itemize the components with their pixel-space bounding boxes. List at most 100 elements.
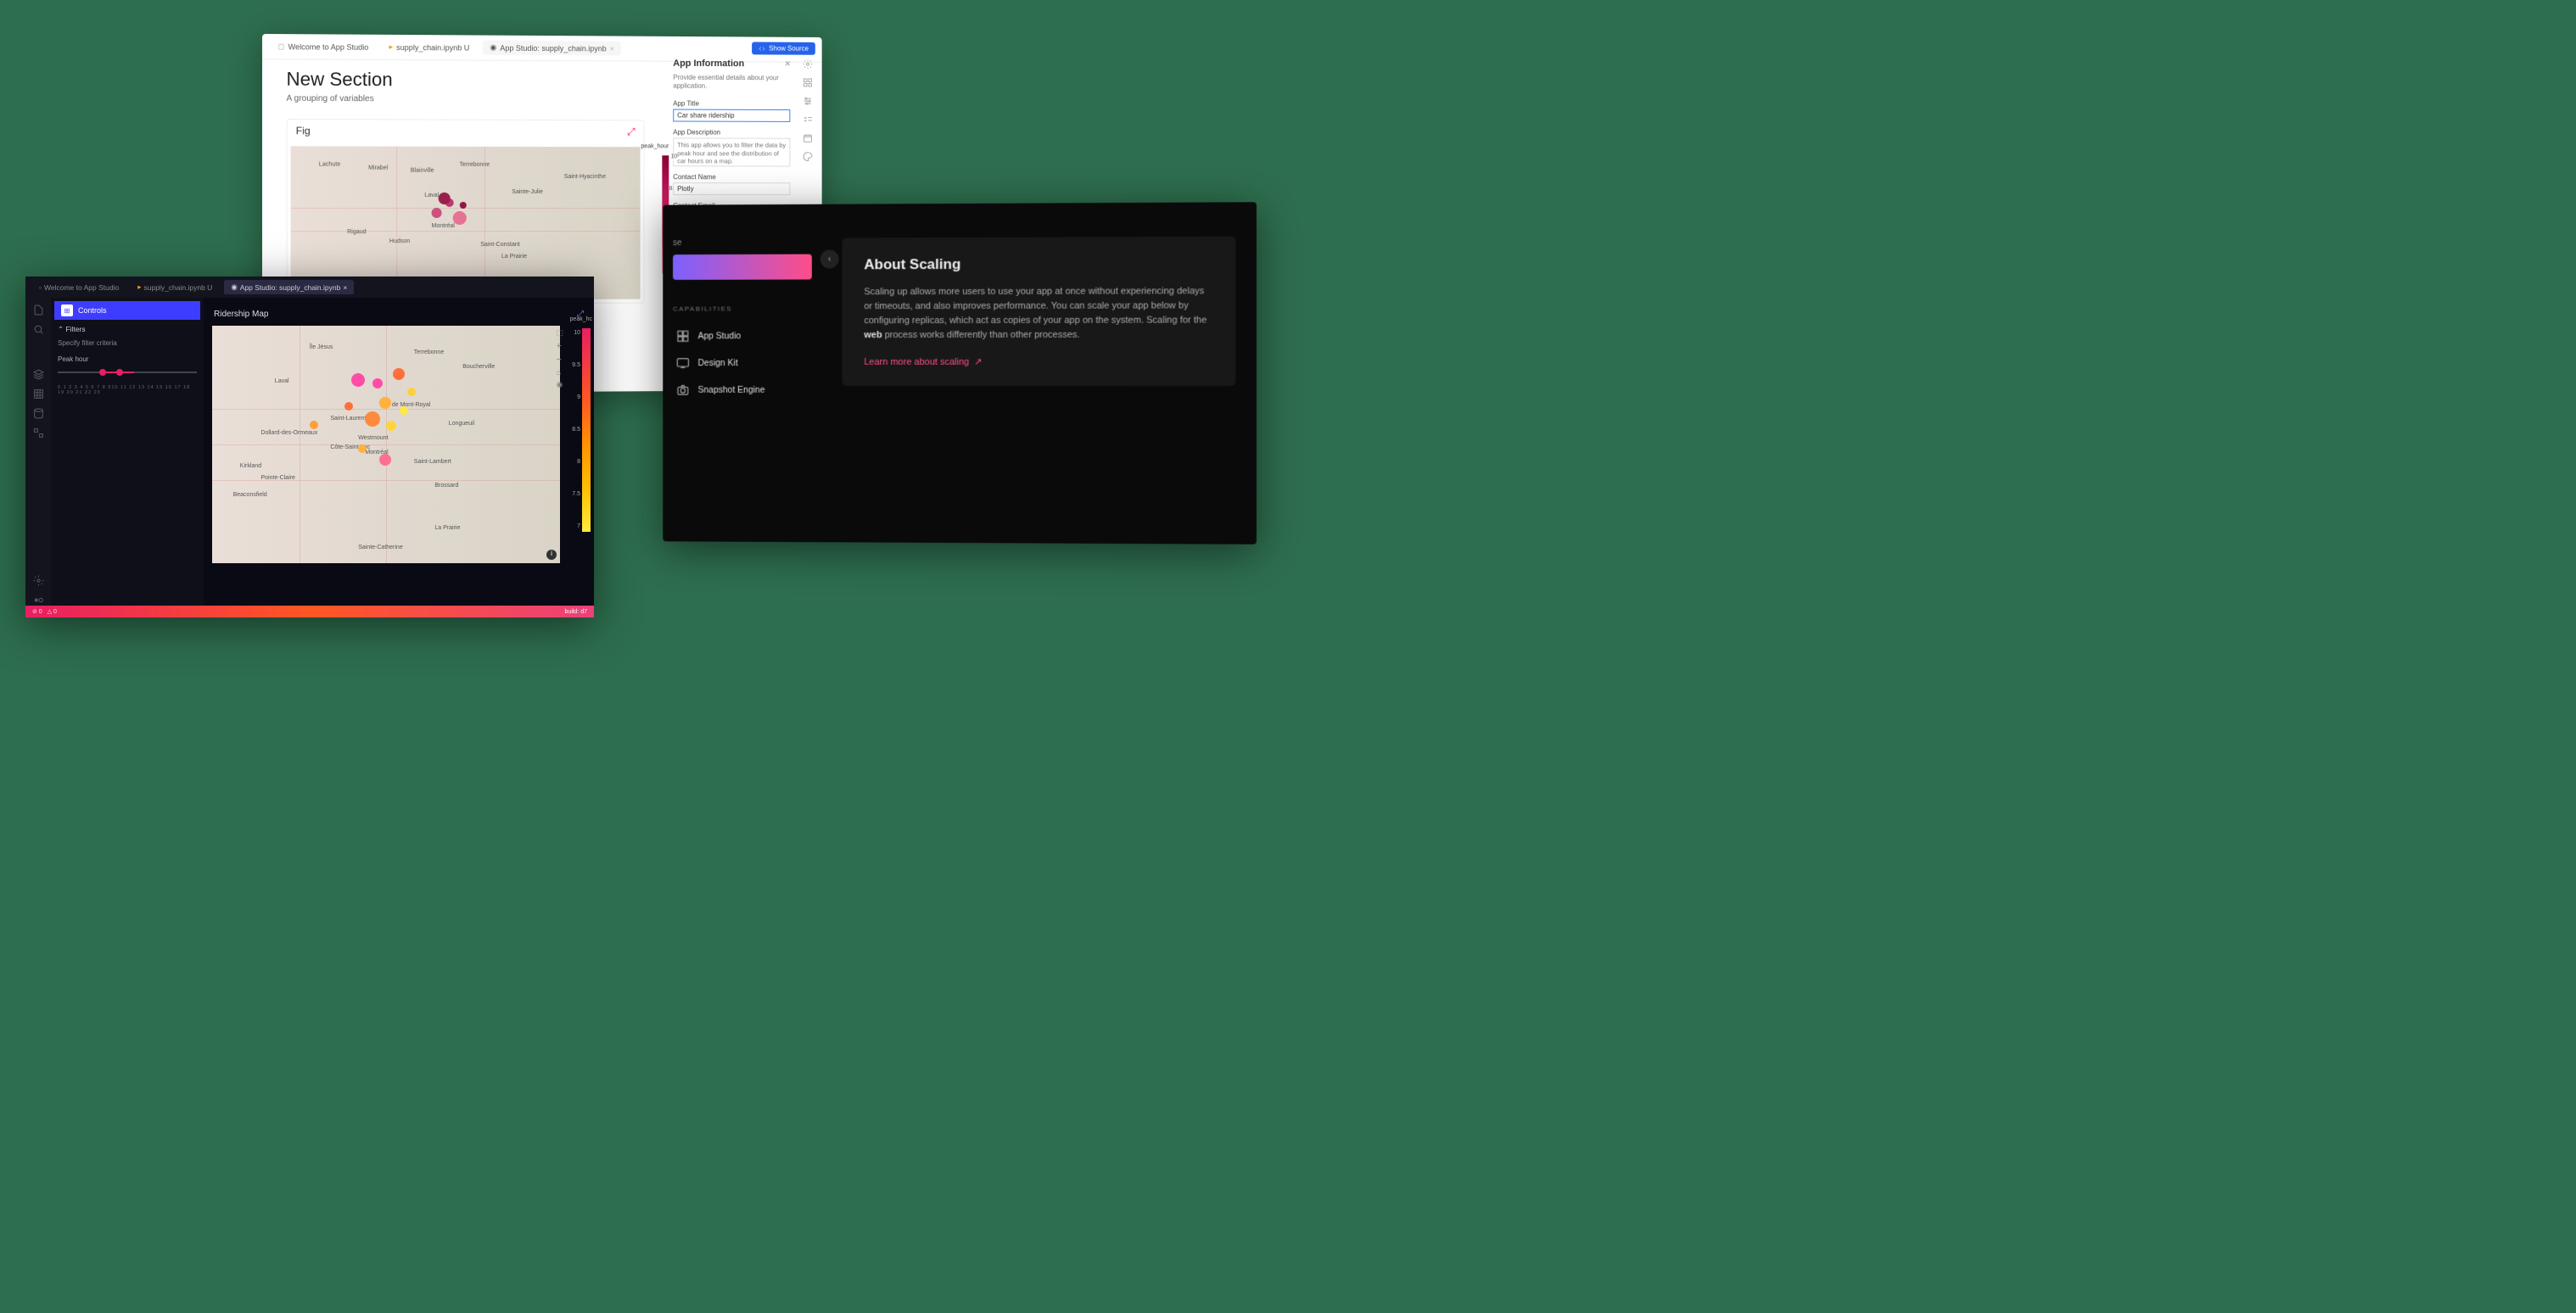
tab-welcome[interactable]: ▫ Welcome to App Studio xyxy=(32,281,126,294)
home-icon[interactable]: ⌂ xyxy=(556,368,563,377)
map-toolbar: ⬚ + − ⌂ ◉ xyxy=(556,328,563,389)
controls-label: Controls xyxy=(78,306,107,315)
panel-title: App Information xyxy=(673,59,744,69)
camera-icon[interactable]: ◉ xyxy=(556,380,563,389)
zoom-out-icon[interactable]: − xyxy=(556,355,563,365)
arrow-icon: ↗ xyxy=(974,356,982,367)
warning-icon[interactable]: ⊘ 0 xyxy=(32,608,42,615)
legend-tick: 8.5 xyxy=(572,427,580,433)
gear-icon[interactable] xyxy=(33,575,44,586)
layers-icon[interactable] xyxy=(33,369,44,380)
legend-tick: 9 xyxy=(577,394,580,400)
ridership-map[interactable]: Île Jésus Laval Montréal Longueuil Bross… xyxy=(212,326,560,563)
notebook-icon: ▸ xyxy=(389,42,394,52)
learn-more-link[interactable]: Learn more about scaling ↗ xyxy=(864,356,1213,367)
theme-icon[interactable] xyxy=(33,595,44,606)
city-label: Dollard-des-Ormeaux xyxy=(260,430,317,436)
city-label: Beaconsfield xyxy=(233,492,267,498)
show-source-label: Show Source xyxy=(769,45,809,53)
contact-name-input[interactable] xyxy=(673,182,790,195)
peak-hour-slider[interactable] xyxy=(58,366,197,383)
about-scaling-window: se CAPABILITIES App Studio Design Kit Sn… xyxy=(663,202,1257,545)
close-icon[interactable]: × xyxy=(785,59,790,70)
sidebar-item-app-studio[interactable]: App Studio xyxy=(673,322,812,349)
field-label: App Title xyxy=(673,99,790,107)
checklist-icon[interactable] xyxy=(803,115,813,125)
legend-tick: 7 xyxy=(577,523,580,529)
city-label: Laval xyxy=(424,193,439,198)
city-label: Lachute xyxy=(319,162,340,168)
download-icon[interactable]: ⬚ xyxy=(556,328,563,338)
show-source-button[interactable]: Show Source xyxy=(753,42,815,54)
sidebar-partial-text: se xyxy=(673,238,812,249)
city-label: Sainte-Julie xyxy=(512,189,543,195)
city-label: Rigaud xyxy=(347,229,366,235)
zoom-in-icon[interactable]: + xyxy=(556,341,563,351)
legend-tick: 7.5 xyxy=(572,491,580,497)
city-label: Île Jésus xyxy=(310,344,333,350)
extension-icon[interactable] xyxy=(33,427,44,439)
grid-icon[interactable] xyxy=(803,77,813,87)
filters-header[interactable]: ⌃ Filters xyxy=(58,325,197,334)
map-pane: Ridership Map ⤢ Île Jésus Laval Montréal… xyxy=(204,298,594,606)
expand-icon[interactable]: ⤢ xyxy=(627,126,636,138)
gear-icon[interactable] xyxy=(803,59,813,70)
city-label: Blainville xyxy=(411,168,434,174)
search-icon[interactable] xyxy=(33,324,44,335)
about-title: About Scaling xyxy=(864,255,1213,273)
sidebar-item-label: Snapshot Engine xyxy=(698,385,765,395)
notebook-icon: ▸ xyxy=(137,282,141,292)
legend-tick: 10 xyxy=(574,330,580,336)
legend-title: peak_hour xyxy=(641,143,669,149)
city-label: Terrebonne xyxy=(414,349,444,355)
tab-appstudio[interactable]: ◉ App Studio: supply_chain.ipynb × xyxy=(483,41,621,56)
gradient-banner xyxy=(673,254,812,280)
collapse-sidebar-button[interactable]: ‹ xyxy=(820,250,839,269)
city-label: Laval xyxy=(275,378,289,384)
map-title: Ridership Map xyxy=(214,310,268,319)
tab-label: App Studio: supply_chain.ipynb xyxy=(500,43,606,53)
sidebar-item-snapshot-engine[interactable]: Snapshot Engine xyxy=(673,377,812,404)
calendar-icon[interactable] xyxy=(803,133,813,143)
field-label: App Description xyxy=(673,128,790,136)
city-label: Kirkland xyxy=(240,463,261,469)
doc-icon: ▫ xyxy=(39,283,42,292)
legend-title: peak_hc xyxy=(570,316,592,322)
controls-sidebar: ⊞ Controls ⌃ Filters Specify filter crit… xyxy=(51,298,204,606)
app-icon: ◉ xyxy=(490,43,496,53)
app-title-input[interactable] xyxy=(673,109,790,121)
palette-icon[interactable] xyxy=(803,152,813,162)
error-icon[interactable]: △ 0 xyxy=(48,608,57,615)
database-icon[interactable] xyxy=(33,408,44,419)
city-label: Brossard xyxy=(434,483,458,489)
sidebar-item-design-kit[interactable]: Design Kit xyxy=(673,349,812,377)
city-label: Montréal xyxy=(432,223,455,229)
city-label: Saint-Hyacinthe xyxy=(564,174,606,180)
grid-icon xyxy=(676,329,690,343)
city-label: Saint-Laurent xyxy=(330,416,366,422)
figure-title: Fig xyxy=(296,125,311,137)
sidebar-item-label: Design Kit xyxy=(698,358,738,368)
sliders-icon: ⊞ xyxy=(61,305,73,316)
slider-label: Peak hour xyxy=(58,355,197,363)
close-icon[interactable]: × xyxy=(610,44,614,53)
tab-notebook[interactable]: ▸ supply_chain.ipynb U xyxy=(131,280,219,294)
city-label: Longueuil xyxy=(449,421,474,427)
code-icon xyxy=(759,45,765,52)
sliders-icon[interactable] xyxy=(803,96,813,106)
table-icon[interactable] xyxy=(33,388,44,399)
city-label: Mirabel xyxy=(368,165,388,170)
city-label: Terrebonne xyxy=(460,162,490,168)
tab-welcome[interactable]: Welcome to App Studio xyxy=(271,40,375,54)
city-label: Saint-Constant xyxy=(480,242,519,248)
tab-appstudio[interactable]: ◉ App Studio: supply_chain.ipynb × xyxy=(224,280,354,294)
app-description-input[interactable]: This app allows you to filter the data b… xyxy=(673,137,790,166)
info-icon[interactable]: i xyxy=(546,550,557,560)
tab-notebook[interactable]: ▸ supply_chain.ipynb U xyxy=(382,40,476,55)
close-icon[interactable]: × xyxy=(343,283,347,292)
color-legend xyxy=(582,328,591,532)
file-icon[interactable] xyxy=(33,305,44,316)
capabilities-heading: CAPABILITIES xyxy=(673,305,812,312)
tab-label: App Studio: supply_chain.ipynb xyxy=(240,283,341,292)
tab-label: supply_chain.ipynb U xyxy=(396,42,469,52)
